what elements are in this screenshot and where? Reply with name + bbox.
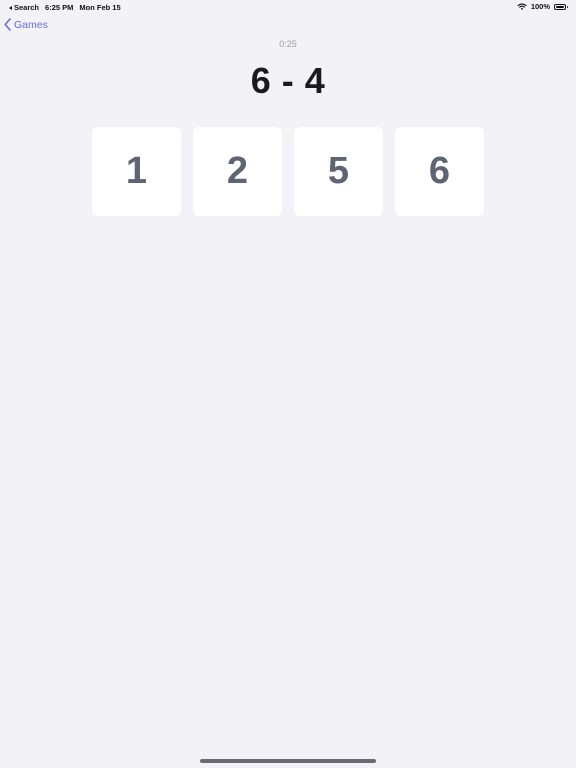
home-indicator[interactable] <box>200 759 376 763</box>
answer-option-1[interactable]: 1 <box>92 127 181 216</box>
back-app-label: Search <box>14 3 40 12</box>
battery-percent: 100% <box>530 2 550 11</box>
battery-icon <box>554 3 568 10</box>
wifi-icon <box>517 3 527 10</box>
status-right: 100% <box>517 2 568 11</box>
status-time: 6:25 PM <box>45 3 74 12</box>
answer-options: 1 2 5 6 <box>92 127 484 216</box>
back-to-search-link[interactable]: Search <box>9 3 39 12</box>
back-button[interactable]: Games <box>4 18 48 31</box>
back-button-label: Games <box>14 18 48 31</box>
chevron-left-icon <box>4 18 11 31</box>
answer-option-2[interactable]: 2 <box>193 127 282 216</box>
status-date: Mon Feb 15 <box>79 3 121 12</box>
timer: 0:25 <box>279 39 297 49</box>
math-problem: 6 - 4 <box>250 60 326 101</box>
status-bar: Search 6:25 PM Mon Feb 15 100% <box>0 0 576 14</box>
answer-option-3[interactable]: 5 <box>294 127 383 216</box>
status-left: Search 6:25 PM Mon Feb 15 <box>9 3 121 12</box>
answer-option-4[interactable]: 6 <box>395 127 484 216</box>
back-triangle-icon <box>9 6 12 10</box>
